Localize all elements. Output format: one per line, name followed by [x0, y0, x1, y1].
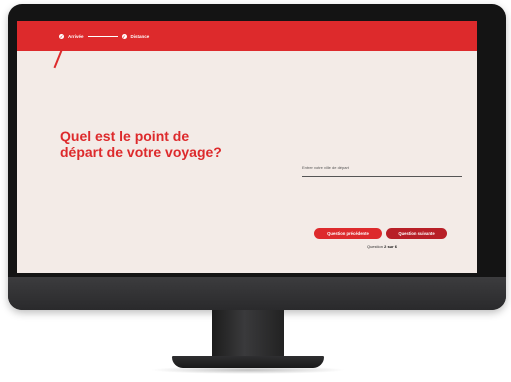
progress-step-2[interactable]: ✓ Distance — [121, 33, 150, 39]
decorative-slash — [53, 49, 63, 69]
monitor-shadow — [150, 366, 346, 374]
progress-connector — [87, 35, 118, 37]
counter-prefix: Question — [366, 244, 383, 249]
screen: ✓ Arrivée ✓ Distance Quel est le point d… — [17, 21, 477, 273]
monitor-chin — [8, 277, 506, 310]
progress-step-label: Arrivée — [68, 33, 84, 39]
question-counter: Question 2 sur 6 — [347, 244, 417, 249]
question-line-2: départ de votre voyage? — [60, 144, 222, 160]
monitor-stand-neck — [212, 310, 284, 362]
progress-step-1[interactable]: ✓ Arrivée — [59, 33, 84, 39]
question-line-1: Quel est le point de — [60, 128, 190, 144]
check-icon: ✓ — [121, 33, 127, 39]
counter-value: 2 sur 6 — [384, 244, 398, 249]
next-question-button[interactable]: Question suivante — [386, 228, 447, 239]
progress-bar: ✓ Arrivée ✓ Distance — [17, 21, 477, 51]
previous-question-button[interactable]: Question précédente — [314, 228, 382, 239]
departure-city-input[interactable] — [302, 158, 462, 177]
page-title: Quel est le point de départ de votre voy… — [60, 128, 250, 160]
check-icon: ✓ — [59, 33, 64, 39]
progress-step-label: Distance — [130, 33, 150, 39]
